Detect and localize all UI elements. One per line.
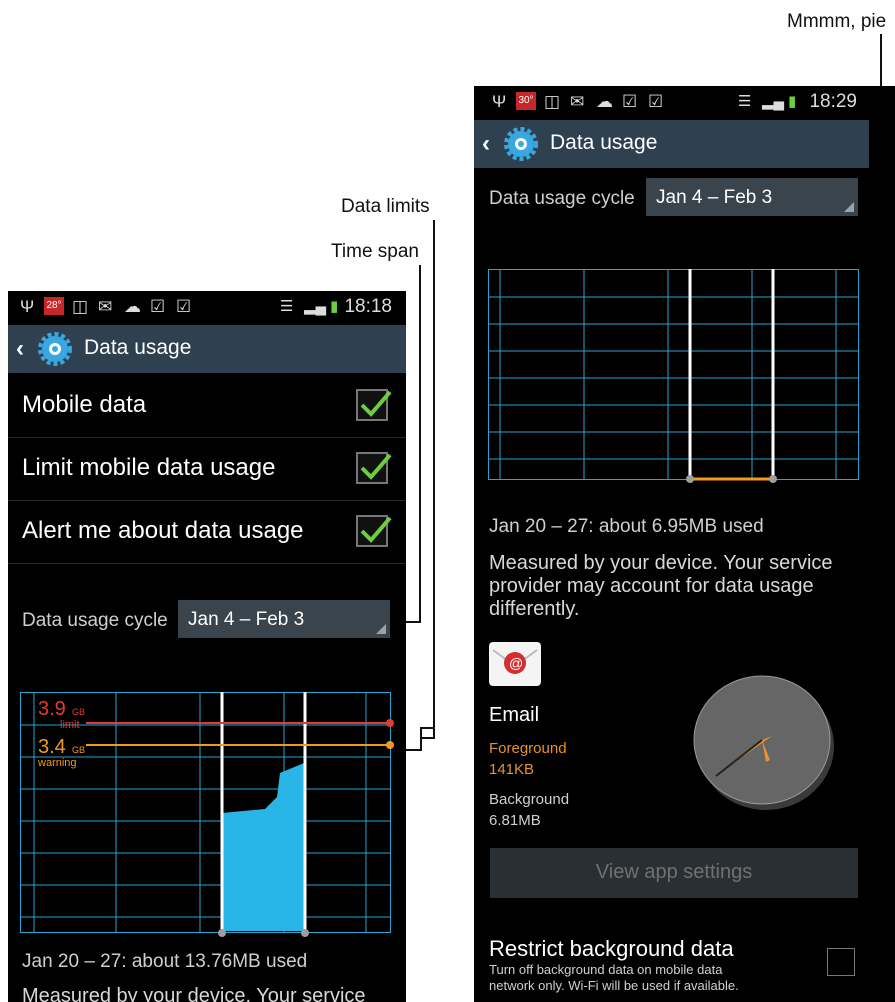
- restrict-background-desc-2: network only. Wi-Fi will be used if avai…: [489, 978, 739, 993]
- usage-chart: 3.9 GB limit 3.4 GB warning: [20, 692, 394, 937]
- timespan-callout-line-v: [419, 265, 421, 623]
- weather-icon: ☁: [124, 297, 141, 316]
- action-bar: ‹ Data usage: [474, 120, 869, 168]
- cycle-label: Data usage cycle: [22, 610, 168, 631]
- limit-data-checkbox[interactable]: [356, 452, 392, 484]
- battery-icon: ▮: [330, 298, 339, 315]
- back-icon[interactable]: ‹: [16, 335, 24, 363]
- measure-line-1: Measured by your device. Your service: [489, 552, 833, 574]
- phone-screen-right: Ψ 30° ◫ ✉ ☁ ☑ ☑ ☰ ▂▄ ▮ 18:29 ‹ Data usag…: [474, 86, 895, 1002]
- settings-gear-icon: [504, 127, 538, 166]
- limit-knob[interactable]: [386, 719, 394, 727]
- status-bar: Ψ 28° ◫ ✉ ☁ ☑ ☑ ☰ ▂▄ ▮ 18:18: [8, 291, 406, 325]
- cycle-dropdown[interactable]: Jan 4 – Feb 3: [178, 600, 390, 638]
- warning-value: 3.4: [38, 736, 66, 758]
- usage-chart: [488, 269, 859, 483]
- cycle-value: Jan 4 – Feb 3: [656, 187, 773, 208]
- span-start-knob[interactable]: [686, 475, 694, 483]
- setting-label: Mobile data: [22, 391, 147, 418]
- callout-time-span: Time span: [331, 241, 419, 262]
- wifi-icon: ☰: [280, 298, 294, 315]
- cycle-dropdown[interactable]: Jan 4 – Feb 3: [646, 178, 858, 216]
- warning-unit: GB: [72, 745, 85, 755]
- setting-label: Limit mobile data usage: [22, 454, 276, 481]
- warning-knob[interactable]: [386, 741, 394, 749]
- email-app-icon: @: [489, 642, 541, 686]
- measure-line-2: provider may account for data usage: [489, 575, 814, 597]
- limits-callout-line-h1: [420, 727, 435, 729]
- dropdown-corner-icon: [844, 202, 854, 212]
- signal-icon: ▂▄: [304, 298, 327, 315]
- app-name: Email: [489, 704, 540, 726]
- limits-bracket-v: [420, 727, 422, 751]
- background-label: Background: [489, 791, 570, 808]
- dropdown-corner-icon: [376, 624, 386, 634]
- measure-line-3: differently.: [489, 598, 580, 620]
- phone-screen-left: Ψ 28° ◫ ✉ ☁ ☑ ☑ ☰ ▂▄ ▮ 18:18 ‹ Data usag…: [8, 291, 406, 1002]
- temperature-badge: 30°: [516, 92, 536, 110]
- usb-icon: Ψ: [492, 92, 507, 111]
- checkbag-icon-2: ☑: [648, 92, 664, 111]
- chart-grid: [488, 269, 859, 480]
- action-bar: ‹ Data usage: [8, 325, 406, 373]
- mail-icon: ✉: [570, 92, 585, 111]
- page-title: Data usage: [84, 336, 192, 359]
- usage-summary: Jan 20 – 27: about 13.76MB used: [22, 951, 308, 972]
- span-end-knob[interactable]: [301, 929, 309, 937]
- warning-label: warning: [37, 757, 77, 769]
- notification-icon: ◫: [544, 92, 561, 111]
- view-app-settings-button[interactable]: View app settings: [490, 848, 858, 898]
- weather-icon: ☁: [596, 92, 613, 111]
- span-start-knob[interactable]: [218, 929, 226, 937]
- foreground-value: 141KB: [489, 761, 535, 778]
- back-icon[interactable]: ‹: [482, 130, 490, 158]
- signal-icon: ▂▄: [762, 93, 785, 110]
- limit-value: 3.9: [38, 698, 66, 720]
- svg-text:@: @: [509, 655, 523, 671]
- notification-icon: ◫: [72, 297, 89, 316]
- battery-icon: ▮: [788, 93, 797, 110]
- usage-summary: Jan 20 – 27: about 6.95MB used: [489, 516, 764, 537]
- setting-row-limit-data[interactable]: Limit mobile data usage: [8, 438, 406, 501]
- restrict-background-checkbox[interactable]: [827, 948, 855, 976]
- limit-unit: GB: [72, 707, 85, 717]
- mail-icon: ✉: [98, 297, 113, 316]
- status-time: 18:18: [344, 296, 392, 317]
- wifi-icon: ☰: [738, 93, 752, 110]
- restrict-background-desc-1: Turn off background data on mobile data: [489, 962, 723, 977]
- cycle-value: Jan 4 – Feb 3: [188, 609, 305, 630]
- status-bar: Ψ 30° ◫ ✉ ☁ ☑ ☑ ☰ ▂▄ ▮ 18:29: [474, 86, 895, 120]
- measure-note: Measured by your device. Your service: [22, 985, 366, 1002]
- checkbag-icon: ☑: [622, 92, 638, 111]
- limits-callout-line-v: [433, 220, 435, 738]
- status-time: 18:29: [809, 91, 857, 112]
- setting-row-alert-data[interactable]: Alert me about data usage: [8, 501, 406, 564]
- setting-row-mobile-data[interactable]: Mobile data: [8, 375, 406, 438]
- limit-label: limit: [60, 719, 80, 731]
- mobile-data-checkbox[interactable]: [356, 389, 392, 421]
- callout-pie: Mmmm, pie: [787, 11, 887, 32]
- temperature-badge: 28°: [44, 297, 64, 315]
- usb-icon: Ψ: [20, 297, 35, 316]
- usage-area: [222, 763, 304, 931]
- background-value: 6.81MB: [489, 812, 541, 829]
- settings-gear-icon: [38, 332, 72, 371]
- limits-callout-line-h2: [420, 737, 435, 739]
- checkbag-icon: ☑: [150, 297, 166, 316]
- alert-data-checkbox[interactable]: [356, 515, 392, 547]
- callout-data-limits: Data limits: [341, 196, 430, 217]
- restrict-background-title: Restrict background data: [489, 936, 734, 961]
- view-app-settings-label: View app settings: [595, 861, 753, 883]
- foreground-label: Foreground: [489, 740, 567, 757]
- checkbag-icon-2: ☑: [176, 297, 192, 316]
- usage-pie-chart: [693, 675, 834, 810]
- cycle-label: Data usage cycle: [489, 188, 635, 209]
- span-end-knob[interactable]: [769, 475, 777, 483]
- setting-label: Alert me about data usage: [22, 517, 304, 544]
- page-title: Data usage: [550, 131, 658, 154]
